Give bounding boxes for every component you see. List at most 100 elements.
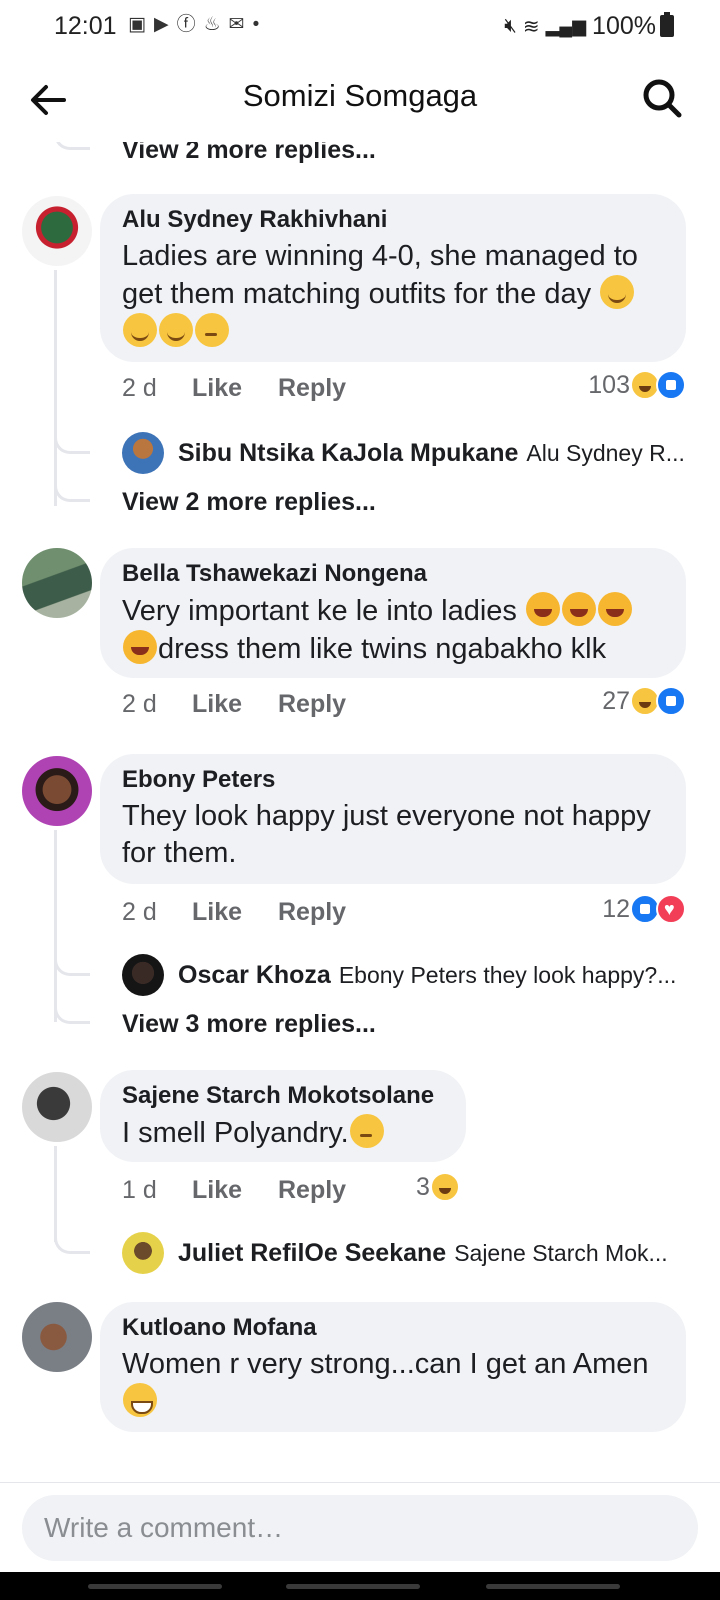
reaction-summary[interactable]: 27 [602,686,686,716]
reply-author: Juliet RefilOe Seekane [178,1238,447,1267]
reaction-summary[interactable]: 3 [416,1172,460,1202]
thread-connector [54,142,90,150]
reply-text: Alu Sydney R... [526,439,685,466]
like-button[interactable]: Like [192,690,278,719]
reply-button[interactable]: Reply [278,1176,346,1205]
comment-time: 2 d [122,690,157,718]
comment-actions: 2 d Like Reply [122,898,346,927]
comment-text: They look happy just everyone not happy … [122,800,651,869]
avatar[interactable] [22,196,92,266]
avatar[interactable] [22,548,92,618]
page-title: Somizi Somgaga [242,78,478,113]
view-more-replies[interactable]: View 2 more replies... [122,142,376,165]
comment-text: I smell Polyandry. [122,1114,444,1152]
reply-text: Sajene Starch Mok... [454,1239,668,1266]
comment-input[interactable] [22,1495,698,1561]
thinking-emoji-icon [349,1114,384,1148]
reaction-summary[interactable]: 103 [588,370,686,400]
home-button[interactable] [286,1584,420,1589]
battery-icon [660,12,674,37]
comment-author[interactable]: Kutloano Mofana [122,1314,664,1342]
laughing-emoji-icon [526,592,560,626]
avatar [122,432,164,474]
comment-text: Very important ke le into ladies dress t… [122,592,664,668]
comment-bubble[interactable]: Kutloano Mofana Women r very strong...ca… [100,1302,686,1432]
comment-time: 2 d [122,898,157,926]
avatar[interactable] [22,756,92,826]
comment-time: 1 d [122,1176,157,1204]
comments-feed[interactable]: View 2 more replies... Alu Sydney Rakhiv… [0,142,720,1482]
laughing-emoji-icon [598,592,632,626]
grinning-emoji-icon [123,1383,157,1417]
thread-line [54,270,57,506]
comment-text: Ladies are winning 4-0, she managed to g… [122,238,664,351]
comment-author[interactable]: Bella Tshawekazi Nongena [122,560,664,588]
reply-preview[interactable]: Sibu Ntsika KaJola Mpukane Alu Sydney R.… [122,432,692,474]
comment-time: 2 d [122,374,157,402]
reply-button[interactable]: Reply [278,690,346,719]
reply-text: Ebony Peters they look happy?... [338,961,677,988]
reaction-count: 3 [416,1172,430,1201]
youtube-icon: ▶ [153,14,169,35]
smile-emoji-icon [123,313,157,347]
comment-bubble[interactable]: Alu Sydney Rakhivhani Ladies are winning… [100,194,686,362]
thread-connector [54,422,90,454]
like-reaction-icon [656,686,686,716]
reaction-summary[interactable]: 12 [602,894,686,924]
thread-connector [54,472,90,502]
view-more-replies[interactable]: View 2 more replies... [122,488,376,517]
comment-author[interactable]: Alu Sydney Rakhivhani [122,206,664,234]
smile-emoji-icon [159,313,193,347]
comment-actions: 2 d Like Reply [122,690,346,719]
back-button[interactable] [486,1584,620,1589]
thinking-emoji-icon [195,313,229,347]
mute-icon: 🔇︎ [504,15,517,37]
status-time: 12:01 [54,12,117,40]
like-reaction-icon [656,370,686,400]
comment-bubble[interactable]: Bella Tshawekazi Nongena Very important … [100,548,686,678]
thread-connector [54,1222,90,1254]
status-bar: 12:01 ▣ ▶ ⓕ ♨ ✉ • 🔇︎ ≋ ▂▄▆ 100% [0,0,720,52]
like-button[interactable]: Like [192,1176,278,1205]
status-right: 🔇︎ ≋ ▂▄▆ 100% [504,12,656,41]
like-button[interactable]: Like [192,898,278,927]
reaction-count: 12 [602,894,630,923]
notification-icons: ▣ ▶ ⓕ ♨ ✉ • [128,14,259,36]
system-nav-bar [0,1572,720,1600]
reply-author: Sibu Ntsika KaJola Mpukane [178,438,519,467]
composer-bar [0,1482,720,1572]
like-button[interactable]: Like [192,374,278,403]
view-more-replies[interactable]: View 3 more replies... [122,1010,376,1039]
header: Somizi Somgaga [0,52,720,142]
alert-icon: ♨ [203,14,221,35]
laughing-emoji-icon [123,630,157,664]
thread-connector [54,944,90,976]
avatar [122,954,164,996]
wifi-icon: ≋ [522,16,540,38]
battery-percent: 100% [592,12,656,40]
reply-author: Oscar Khoza [178,960,331,989]
reaction-count: 103 [588,370,630,399]
reaction-count: 27 [602,686,630,715]
reply-preview[interactable]: Juliet RefilOe Seekane Sajene Starch Mok… [122,1232,692,1274]
love-reaction-icon [656,894,686,924]
avatar[interactable] [22,1072,92,1142]
smile-emoji-icon [600,275,635,309]
gmail-icon: ✉ [228,14,245,35]
search-icon[interactable] [640,76,684,120]
avatar [122,1232,164,1274]
avatar[interactable] [22,1302,92,1372]
thread-connector [54,994,90,1024]
comment-text: Women r very strong...can I get an Amen [122,1346,664,1421]
reply-preview[interactable]: Oscar Khoza Ebony Peters they look happy… [122,954,692,996]
haha-reaction-icon [429,1172,460,1202]
comment-bubble[interactable]: Sajene Starch Mokotsolane I smell Polyan… [100,1070,466,1162]
comment-author[interactable]: Sajene Starch Mokotsolane [122,1082,444,1110]
comment-actions: 2 d Like Reply [122,374,346,403]
reply-button[interactable]: Reply [278,374,346,403]
comment-author[interactable]: Ebony Peters [122,766,664,794]
inbox-icon: ▣ [128,14,146,35]
comment-bubble[interactable]: Ebony Peters They look happy just everyo… [100,754,686,884]
recent-apps-button[interactable] [88,1584,222,1589]
reply-button[interactable]: Reply [278,898,346,927]
